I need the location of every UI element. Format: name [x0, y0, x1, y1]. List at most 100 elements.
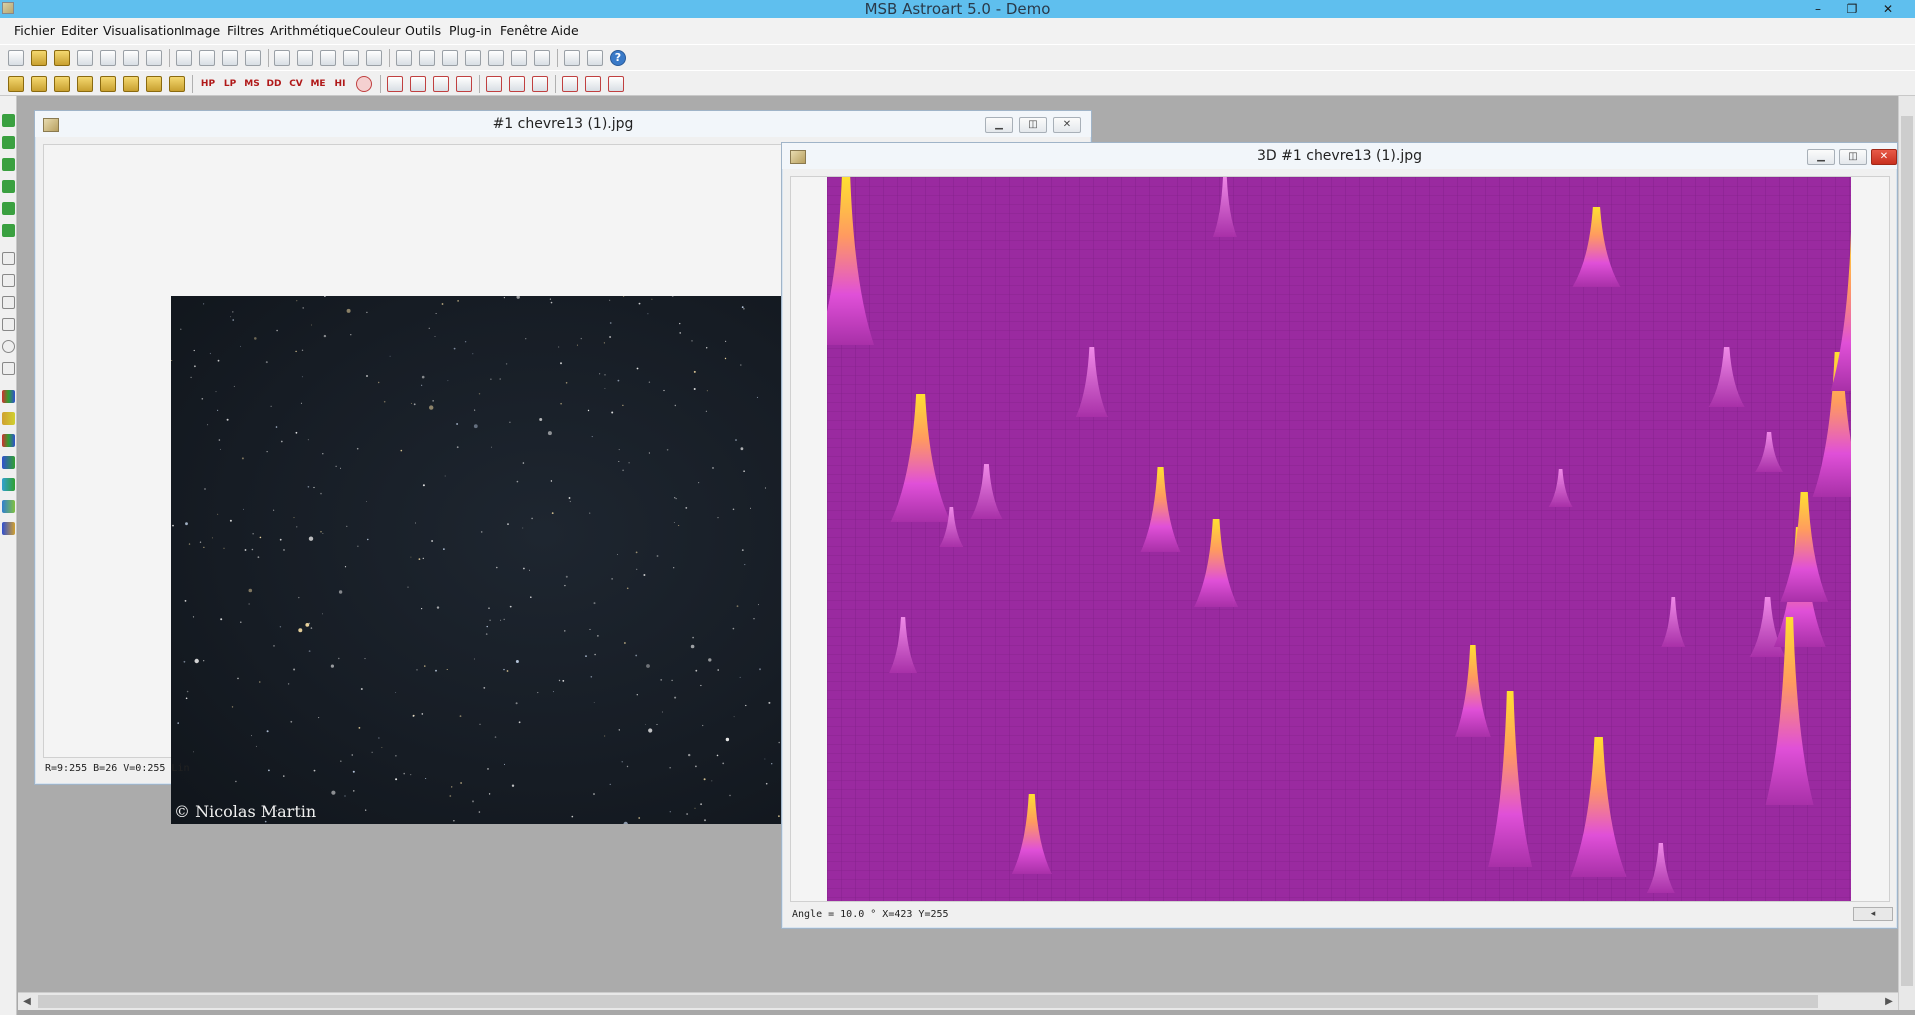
side-pick-icon[interactable]	[2, 274, 15, 287]
unsharp-mask-button[interactable]: MS	[242, 76, 262, 92]
side-layers-icon[interactable]	[2, 522, 15, 535]
image-window-titlebar[interactable]: #1 chevre13 (1).jpg ▁ ◫ ✕	[35, 111, 1091, 137]
highpass-button[interactable]: HP	[198, 76, 218, 92]
3d-surface-plot[interactable]	[827, 177, 1851, 901]
side-palette-icon[interactable]	[2, 434, 15, 447]
side-balance-icon[interactable]	[2, 456, 15, 469]
3d-view-icon[interactable]	[343, 50, 359, 66]
histogram-eq-button[interactable]: HI	[330, 76, 350, 92]
blink-icon[interactable]	[419, 50, 435, 66]
refresh-icon[interactable]	[176, 50, 192, 66]
image-window-close[interactable]: ✕	[1053, 117, 1081, 133]
menu-aide[interactable]: Aide	[551, 18, 579, 44]
median-button[interactable]: ME	[308, 76, 328, 92]
zoom-in-icon[interactable]	[442, 50, 458, 66]
help-icon[interactable]: ?	[610, 50, 626, 66]
menu-outils[interactable]: Outils	[405, 18, 441, 44]
3d-window-restore[interactable]: ◫	[1839, 149, 1867, 165]
grid-2-icon[interactable]	[585, 76, 601, 92]
divide-icon[interactable]	[77, 76, 93, 92]
resize-icon[interactable]	[433, 76, 449, 92]
menu-plugin[interactable]: Plug-in	[449, 18, 492, 44]
lowpass-button[interactable]: LP	[220, 76, 240, 92]
subtract-icon[interactable]	[31, 76, 47, 92]
menu-couleur[interactable]: Couleur	[352, 18, 401, 44]
image-window-minimize[interactable]: ▁	[985, 117, 1013, 133]
sum-icon[interactable]	[396, 50, 412, 66]
side-channel-icon[interactable]	[2, 500, 15, 513]
side-graph-icon[interactable]	[2, 296, 15, 309]
3d-window-close[interactable]: ✕	[1871, 149, 1897, 165]
fit-window-icon[interactable]	[511, 50, 527, 66]
side-plot-icon[interactable]	[2, 362, 15, 375]
circle-filter-icon[interactable]	[356, 76, 372, 92]
restore-button[interactable]: ❐	[1832, 0, 1872, 18]
equal-icon[interactable]	[54, 76, 70, 92]
zoom-out-icon[interactable]	[465, 50, 481, 66]
convolution-button[interactable]: CV	[286, 76, 306, 92]
3d-window-titlebar[interactable]: 3D #1 chevre13 (1).jpg ▁ ◫ ✕	[782, 143, 1897, 169]
save-as-icon[interactable]	[100, 50, 116, 66]
side-curve-icon[interactable]	[2, 318, 15, 331]
menu-editer[interactable]: Editer	[61, 18, 98, 44]
binoculars-icon[interactable]	[587, 50, 603, 66]
open-folder-icon[interactable]	[31, 50, 47, 66]
horizontal-scroll-thumb[interactable]	[38, 995, 1818, 1008]
add-icon[interactable]	[8, 76, 24, 92]
side-2-icon[interactable]	[2, 180, 15, 193]
side-rgb-icon[interactable]	[2, 390, 15, 403]
paste-icon[interactable]	[245, 50, 261, 66]
menu-image[interactable]: Image	[181, 18, 220, 44]
histogram-icon[interactable]	[297, 50, 313, 66]
visualize-icon[interactable]	[274, 50, 290, 66]
open-recent-icon[interactable]	[54, 50, 70, 66]
horizontal-scrollbar[interactable]: ◀ ▶	[18, 992, 1898, 1010]
multiply-icon[interactable]	[146, 76, 162, 92]
side-4-icon[interactable]	[2, 224, 15, 237]
3d-window[interactable]: 3D #1 chevre13 (1).jpg ▁ ◫ ✕ Angle = 10.…	[781, 142, 1898, 929]
new-file-icon[interactable]	[8, 50, 24, 66]
cut-icon[interactable]	[199, 50, 215, 66]
star-field-image[interactable]: © Nicolas Martin	[171, 296, 791, 824]
menu-arithmetique[interactable]: Arithmétique	[270, 18, 352, 44]
close-button[interactable]: ✕	[1868, 0, 1908, 18]
side-select-icon[interactable]	[2, 114, 15, 127]
copy-icon[interactable]	[222, 50, 238, 66]
side-saturation-icon[interactable]	[2, 478, 15, 491]
monitor-icon[interactable]	[488, 50, 504, 66]
stack-icon[interactable]	[532, 76, 548, 92]
side-zoom-icon[interactable]	[2, 340, 15, 353]
menu-fenetre[interactable]: Fenêtre	[500, 18, 547, 44]
3d-viewport[interactable]	[790, 176, 1890, 902]
mosaic-icon[interactable]	[486, 76, 502, 92]
3d-window-minimize[interactable]: ▁	[1807, 149, 1835, 165]
vertical-scrollbar[interactable]	[1898, 96, 1915, 1010]
bracket-icon[interactable]	[100, 76, 116, 92]
profile-icon[interactable]	[366, 50, 382, 66]
contour-icon[interactable]	[320, 50, 336, 66]
function-icon[interactable]	[169, 76, 185, 92]
ddp-button[interactable]: DD	[264, 76, 284, 92]
scroll-left-arrow[interactable]: ◀	[18, 993, 36, 1011]
save-all-icon[interactable]	[123, 50, 139, 66]
plus-icon[interactable]	[123, 76, 139, 92]
grid-1-icon[interactable]	[562, 76, 578, 92]
3d-scroll-left-arrow[interactable]: ◂	[1853, 907, 1893, 921]
image-window-restore[interactable]: ◫	[1019, 117, 1047, 133]
menu-fichier[interactable]: Fichier	[14, 18, 55, 44]
side-color-icon[interactable]	[2, 412, 15, 425]
align-icon[interactable]	[564, 50, 580, 66]
fullscreen-icon[interactable]	[534, 50, 550, 66]
menu-visualisation[interactable]: Visualisation	[103, 18, 182, 44]
rotate-icon[interactable]	[410, 76, 426, 92]
side-3-icon[interactable]	[2, 202, 15, 215]
menu-filtres[interactable]: Filtres	[227, 18, 264, 44]
crop-icon[interactable]	[387, 76, 403, 92]
grid-3-icon[interactable]	[608, 76, 624, 92]
bin-icon[interactable]	[456, 76, 472, 92]
vertical-scroll-thumb[interactable]	[1901, 116, 1913, 986]
align-images-icon[interactable]	[509, 76, 525, 92]
save-icon[interactable]	[77, 50, 93, 66]
side-measure-icon[interactable]	[2, 252, 15, 265]
scroll-right-arrow[interactable]: ▶	[1880, 993, 1898, 1011]
